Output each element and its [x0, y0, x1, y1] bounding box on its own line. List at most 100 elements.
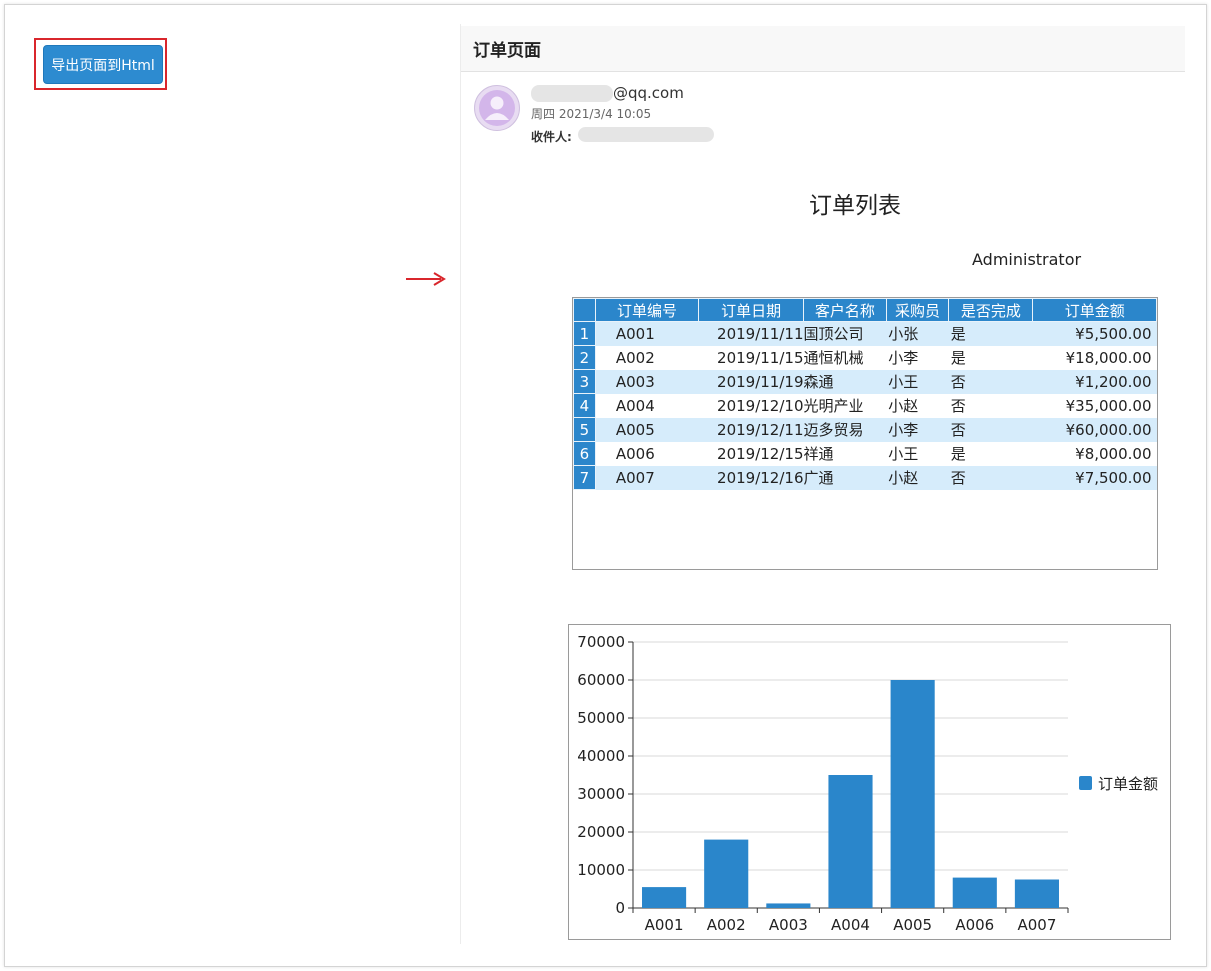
table-cell-amount: ¥18,000.00	[1032, 345, 1157, 370]
recipient-redacted	[578, 127, 714, 142]
row-index: 3	[573, 369, 596, 394]
pane-divider	[460, 24, 461, 944]
table-cell-customer: 迈多贸易	[803, 417, 887, 442]
y-tick-label: 0	[615, 899, 625, 917]
bar-A001	[642, 887, 687, 908]
table-cell-amount: ¥60,000.00	[1032, 417, 1157, 442]
table-cell-done: 是	[948, 441, 1033, 466]
x-tick-label: A003	[769, 916, 808, 934]
bar-A005	[890, 680, 935, 908]
table-header-row: 订单编号 订单日期 客户名称 采购员 是否完成 订单金额	[573, 298, 1157, 322]
table-cell-done: 否	[948, 465, 1033, 490]
table-cell-customer: 国顶公司	[803, 321, 887, 346]
table-cell-id: A004	[595, 393, 699, 418]
email-subject: 订单页面	[473, 41, 541, 61]
user-avatar-icon	[474, 85, 520, 131]
table-cell-date: 2019/11/15	[698, 345, 804, 370]
order-amount-chart: 0 10000 20000 30000 40000 50000 60000 70000 A001…	[568, 624, 1171, 940]
table-cell-done: 否	[948, 369, 1033, 394]
legend-swatch	[1079, 776, 1092, 790]
column-header[interactable]: 订单编号	[594, 298, 700, 322]
table-row[interactable]: 2 A002 2019/11/15 通恒机械 小李是 ¥18,000.00	[573, 345, 1157, 370]
bar-A002	[704, 839, 749, 908]
x-tick-label: A001	[645, 916, 684, 934]
x-tick-label: A007	[1017, 916, 1056, 934]
table-cell-done: 是	[948, 321, 1033, 346]
table-cell-date: 2019/12/10	[698, 393, 804, 418]
row-index: 2	[573, 345, 596, 370]
legend-label: 订单金额	[1098, 775, 1158, 793]
y-tick-label: 60000	[577, 671, 625, 689]
sender-address: @qq.com	[613, 84, 684, 102]
row-index: 6	[573, 441, 596, 466]
table-cell-customer: 森通	[803, 369, 887, 394]
y-tick-label: 70000	[577, 633, 625, 651]
table-row[interactable]: 7 A007 2019/12/16 广通 小赵否 ¥7,500.00	[573, 465, 1157, 490]
table-cell-id: A005	[595, 417, 699, 442]
y-tick-label: 40000	[577, 747, 625, 765]
column-header[interactable]: 是否完成	[948, 298, 1034, 322]
x-tick-label: A006	[955, 916, 994, 934]
table-row[interactable]: 5 A005 2019/12/11 迈多贸易 小李否 ¥60,000.00	[573, 417, 1157, 442]
table-cell-date: 2019/12/15	[698, 441, 804, 466]
table-cell-buyer: 小王	[886, 369, 949, 394]
table-cell-buyer: 小李	[886, 345, 949, 370]
table-cell-date: 2019/12/16	[698, 465, 804, 490]
y-tick-label: 30000	[577, 785, 625, 803]
table-cell-amount: ¥35,000.00	[1032, 393, 1157, 418]
sender-name-redacted	[531, 85, 613, 102]
table-cell-buyer: 小赵	[886, 465, 949, 490]
column-header[interactable]: 订单金额	[1032, 298, 1157, 322]
email-date: 周四 2021/3/4 10:05	[531, 107, 652, 121]
table-cell-done: 否	[948, 417, 1033, 442]
table-cell-done: 否	[948, 393, 1033, 418]
table-row[interactable]: 6 A006 2019/12/15 祥通 小王是 ¥8,000.00	[573, 441, 1157, 466]
row-index: 4	[573, 393, 596, 418]
table-cell-customer: 祥通	[803, 441, 887, 466]
table-cell-id: A007	[595, 465, 699, 490]
corner-cell	[573, 298, 596, 322]
bar-A003	[766, 903, 811, 908]
bar-A007	[1014, 879, 1059, 908]
arrow-right-icon	[406, 272, 446, 286]
table-cell-id: A006	[595, 441, 699, 466]
y-tick-label: 20000	[577, 823, 625, 841]
table-cell-date: 2019/12/11	[698, 417, 804, 442]
table-row[interactable]: 4 A004 2019/12/10 光明产业 小赵否 ¥35,000.00	[573, 393, 1157, 418]
column-header[interactable]: 订单日期	[698, 298, 804, 322]
table-cell-buyer: 小赵	[886, 393, 949, 418]
table-cell-buyer: 小张	[886, 321, 949, 346]
row-index: 5	[573, 417, 596, 442]
table-cell-date: 2019/11/19	[698, 369, 804, 394]
table-cell-id: A001	[595, 321, 699, 346]
bar-A006	[952, 877, 997, 908]
orders-table-container[interactable]: 订单编号 订单日期 客户名称 采购员 是否完成 订单金额 1 A001 2019/1…	[572, 297, 1158, 570]
column-header[interactable]: 采购员	[885, 298, 950, 322]
report-title: 订单列表	[809, 193, 901, 219]
table-cell-id: A002	[595, 345, 699, 370]
y-tick-label: 10000	[577, 861, 625, 879]
recipient-label: 收件人:	[531, 130, 572, 144]
row-index: 1	[573, 321, 596, 346]
x-tick-label: A004	[831, 916, 870, 934]
bar-A004	[828, 775, 873, 908]
table-cell-customer: 广通	[803, 465, 887, 490]
table-cell-customer: 光明产业	[803, 393, 887, 418]
table-cell-id: A003	[595, 369, 699, 394]
table-cell-done: 是	[948, 345, 1033, 370]
column-header[interactable]: 客户名称	[803, 298, 887, 322]
table-cell-amount: ¥5,500.00	[1032, 321, 1157, 346]
table-cell-buyer: 小王	[886, 441, 949, 466]
table-cell-buyer: 小李	[886, 417, 949, 442]
report-user: Administrator	[972, 250, 1082, 269]
table-cell-amount: ¥1,200.00	[1032, 369, 1157, 394]
row-index: 7	[573, 465, 596, 490]
orders-table: 订单编号 订单日期 客户名称 采购员 是否完成 订单金额 1 A001 2019/1…	[573, 298, 1157, 490]
table-row[interactable]: 3 A003 2019/11/19 森通 小王否 ¥1,200.00	[573, 369, 1157, 394]
export-to-html-button[interactable]: 导出页面到Html	[43, 45, 163, 84]
x-tick-label: A002	[707, 916, 746, 934]
x-tick-label: A005	[893, 916, 932, 934]
table-cell-customer: 通恒机械	[803, 345, 887, 370]
email-header: 订单页面	[461, 26, 1185, 72]
table-row[interactable]: 1 A001 2019/11/11 国顶公司 小张是 ¥5,500.00	[573, 321, 1157, 346]
